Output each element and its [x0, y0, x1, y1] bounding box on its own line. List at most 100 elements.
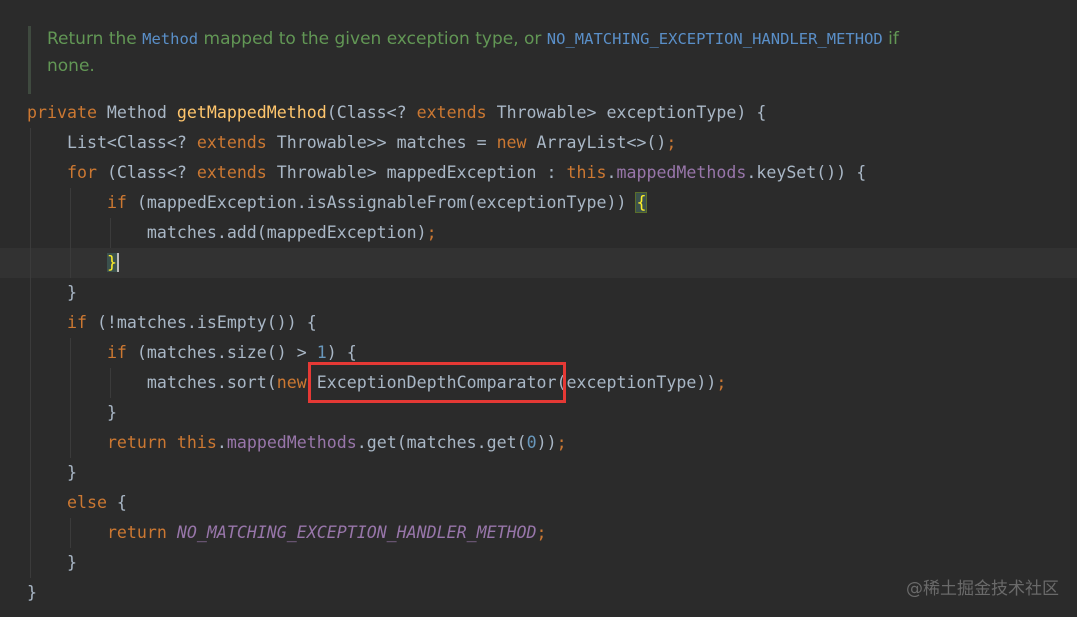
code-line: } [0, 458, 1077, 488]
indent-guide [30, 188, 31, 218]
code-line-current: } [0, 248, 1077, 278]
indent-guide [70, 368, 71, 398]
indent-guide [30, 248, 31, 278]
semicolon: ; [716, 373, 727, 392]
code-text: (!matches.isEmpty()) { [86, 313, 317, 332]
keyword: new [496, 133, 527, 152]
number-literal: 0 [526, 433, 537, 452]
watermark: @稀土掘金技术社区 [906, 579, 1059, 599]
code-text: (matches.size() > [126, 343, 317, 362]
keyword: this [566, 163, 607, 182]
javadoc-text: Return the [47, 29, 143, 49]
code-line: if (matches.size() > 1) { [0, 338, 1077, 368]
semicolon: ; [426, 223, 437, 242]
code-text: List<Class<? [66, 133, 197, 152]
javadoc-text: none. [47, 56, 95, 76]
code-text: } [66, 553, 77, 572]
code-text: } [66, 463, 77, 482]
indent-guide [30, 488, 31, 518]
indent-guide [70, 518, 71, 548]
code-text: matches.add(mappedException) [146, 223, 427, 242]
javadoc-code-ref[interactable]: NO_MATCHING_EXCEPTION_HANDLER_METHOD [547, 30, 883, 48]
keyword: for [66, 163, 97, 182]
code-text: Method [96, 103, 177, 122]
code-text: (Class<? [326, 103, 417, 122]
code-line: private Method getMappedMethod(Class<? e… [0, 98, 1077, 128]
code-text: ArrayList<>() [526, 133, 667, 152]
text-caret-brace[interactable]: } [106, 253, 119, 272]
indent-guide [70, 188, 71, 218]
code-line: matches.add(mappedException); [0, 218, 1077, 248]
code-text: )) [536, 433, 557, 452]
javadoc-line-2: none. [47, 53, 1028, 80]
indent-guide [70, 218, 71, 248]
indent-guide [30, 158, 31, 188]
indent-guide [30, 428, 31, 458]
code-line: return this.mappedMethods.get(matches.ge… [0, 428, 1077, 458]
code-text: ) { [326, 343, 357, 362]
code-text: (mappedException.isAssignableFrom(except… [126, 193, 637, 212]
code-text: ExceptionDepthComparator(exceptionType)) [306, 373, 717, 392]
constant-ref[interactable]: NO_MATCHING_EXCEPTION_HANDLER_METHOD [177, 523, 537, 542]
code-line: if (mappedException.isAssignableFrom(exc… [0, 188, 1077, 218]
field-ref[interactable]: mappedMethods [616, 163, 746, 182]
keyword: extends [196, 163, 267, 182]
keyword: else [66, 493, 107, 512]
code-text: (Class<? [96, 163, 197, 182]
code-text: Throwable>> matches = [266, 133, 497, 152]
code-line: matches.sort(new ExceptionDepthComparato… [0, 368, 1077, 398]
indent-guide [70, 248, 71, 278]
code-text: . [606, 163, 617, 182]
indent-guide [30, 458, 31, 488]
code-text: .get(matches.get( [356, 433, 527, 452]
code-text: } [106, 403, 117, 422]
keyword: if [66, 313, 87, 332]
semicolon: ; [556, 433, 567, 452]
semicolon: ; [666, 133, 677, 152]
indent-guide [30, 338, 31, 368]
javadoc-comment: Return the Method mapped to the given ex… [28, 26, 1028, 94]
code-editor[interactable]: Return the Method mapped to the given ex… [0, 0, 1077, 617]
indent-guide [30, 218, 31, 248]
code-line: return NO_MATCHING_EXCEPTION_HANDLER_MET… [0, 518, 1077, 548]
keyword: if [106, 193, 127, 212]
keyword: private [27, 103, 97, 122]
indent-guide [110, 368, 111, 398]
code-text: matches.sort( [146, 373, 277, 392]
code-line: } [0, 398, 1077, 428]
code-text: { [106, 493, 127, 512]
keyword: extends [196, 133, 267, 152]
indent-guide [30, 518, 31, 548]
code-area[interactable]: private Method getMappedMethod(Class<? e… [0, 98, 1077, 608]
keyword: extends [416, 103, 487, 122]
code-line: if (!matches.isEmpty()) { [0, 308, 1077, 338]
code-text: } [66, 283, 77, 302]
number-literal: 1 [316, 343, 327, 362]
keyword: if [106, 343, 127, 362]
javadoc-code-ref[interactable]: Method [142, 30, 198, 48]
matched-brace: { [635, 192, 648, 213]
code-text: } [27, 583, 37, 602]
field-ref[interactable]: mappedMethods [227, 433, 357, 452]
keyword: return [106, 433, 167, 452]
javadoc-line-1: Return the Method mapped to the given ex… [47, 26, 1028, 53]
indent-guide [70, 338, 71, 368]
code-text: .keySet()) { [746, 163, 867, 182]
indent-guide [30, 398, 31, 428]
code-line: List<Class<? extends Throwable>> matches… [0, 128, 1077, 158]
method-name[interactable]: getMappedMethod [177, 103, 327, 122]
